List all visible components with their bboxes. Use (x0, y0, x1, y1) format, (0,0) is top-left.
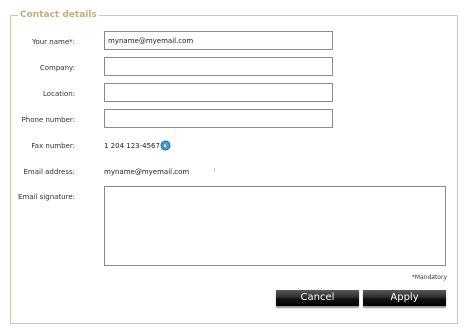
location-label: Location: (43, 90, 75, 98)
fax-number-value: 1 204 123-4567 (104, 142, 160, 150)
divider-tick (214, 168, 215, 172)
phone-number-label: Phone number: (21, 116, 75, 124)
cancel-button[interactable]: Cancel (276, 290, 359, 306)
phone-number-field[interactable] (104, 109, 333, 128)
hand-pointer-cursor-icon (160, 140, 171, 151)
company-field[interactable] (104, 57, 333, 76)
mandatory-note: *Mandatory (411, 274, 447, 281)
location-field[interactable] (104, 83, 333, 102)
apply-button[interactable]: Apply (363, 290, 446, 306)
your-name-label: Your name*: (32, 38, 75, 46)
section-title: Contact details (18, 9, 99, 21)
email-signature-textarea[interactable] (104, 186, 446, 266)
email-address-label: Email address: (23, 168, 75, 176)
company-label: Company: (39, 64, 75, 72)
your-name-field[interactable] (104, 31, 333, 50)
fax-number-label: Fax number: (31, 142, 75, 150)
email-address-value: myname@myemail.com (104, 168, 190, 176)
email-signature-label: Email signature: (18, 193, 75, 201)
